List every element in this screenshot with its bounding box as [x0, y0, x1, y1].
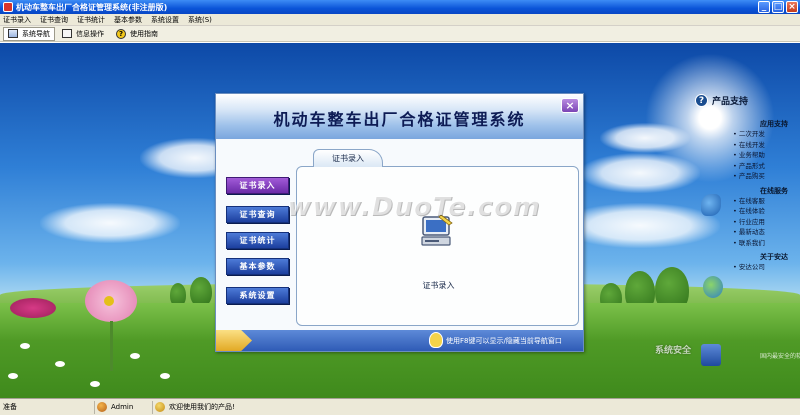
- tab-panel: 证书录入: [296, 166, 579, 326]
- dialog-close-button[interactable]: ×: [561, 98, 579, 113]
- minimize-button[interactable]: _: [758, 1, 770, 13]
- dialog-header: 机动车整车出厂合格证管理系统 ×: [216, 94, 583, 139]
- app-support-icon: [701, 194, 721, 216]
- daisy: [55, 361, 65, 367]
- menu-system-settings[interactable]: 系统设置: [151, 15, 179, 25]
- toolbar-system-nav[interactable]: 系统导航: [3, 26, 55, 41]
- toolbar-info-ops[interactable]: 信息操作: [57, 27, 109, 41]
- support-link[interactable]: 在线客服: [733, 196, 800, 207]
- section-title: 关于安达: [760, 253, 788, 261]
- status-message-cell: 欢迎使用我们的产品!: [153, 401, 800, 414]
- link-list: 二次开发 在线开发 业务帮助 产品形式 产品购买: [733, 129, 800, 182]
- site-watermark: www.DuoTe.com: [287, 192, 541, 222]
- nav-icon: [8, 29, 18, 38]
- info-icon: [62, 29, 72, 38]
- dialog-title: 机动车整车出厂合格证管理系统: [273, 110, 526, 129]
- section-title: 应用支持: [760, 120, 788, 128]
- window-title: 机动车整车出厂合格证管理系统(非注册版): [16, 2, 168, 12]
- support-link[interactable]: 联系我们: [733, 238, 800, 249]
- support-link[interactable]: 最新动态: [733, 227, 800, 238]
- product-support-title: 产品支持: [712, 97, 749, 107]
- corner-watermark: 系统安全: [655, 346, 692, 356]
- nav-button-system-settings[interactable]: 系统设置: [226, 287, 289, 304]
- dialog-footer: 使用F8键可以显示/隐藏当前导航窗口: [216, 330, 583, 351]
- status-ready-cell: 准备: [0, 400, 95, 414]
- nav-button-certificate-entry[interactable]: 证书录入: [226, 177, 289, 194]
- link-list: 在线客服 在线体验 行业应用 最新动态 联系我们: [733, 196, 800, 249]
- daisy: [130, 353, 140, 359]
- support-link[interactable]: 行业应用: [733, 217, 800, 228]
- user-hint-icon: [429, 332, 443, 348]
- menu-certificate-entry[interactable]: 证书录入: [3, 15, 31, 25]
- nav-button-certificate-query[interactable]: 证书查询: [226, 206, 289, 223]
- status-user-cell: Admin: [95, 400, 153, 414]
- menu-bar: 证书录入 证书查询 证书统计 基本参数 系统设置 系统(S): [0, 14, 800, 26]
- app-icon: [3, 2, 13, 12]
- menu-system[interactable]: 系统(S): [188, 15, 212, 25]
- flower: [10, 298, 56, 318]
- daisy: [90, 381, 100, 387]
- status-ready: 准备: [3, 403, 17, 411]
- nav-button-certificate-stats[interactable]: 证书统计: [226, 232, 289, 249]
- support-link[interactable]: 安达公司: [733, 262, 800, 273]
- flower-center: [104, 296, 114, 306]
- help-icon: ?: [695, 94, 708, 107]
- toolbar-user-guide[interactable]: ? 使用指南: [111, 27, 163, 41]
- navigation-dialog: 机动车整车出厂合格证管理系统 × 证书录入 证书查询 证书统计 基本参数 系统设…: [215, 93, 584, 352]
- help-icon: ?: [116, 28, 126, 39]
- nav-button-basic-params[interactable]: 基本参数: [226, 258, 289, 275]
- daisy: [8, 373, 18, 379]
- daisy: [160, 373, 170, 379]
- toolbar-label: 信息操作: [76, 29, 104, 38]
- maximize-button[interactable]: □: [772, 1, 784, 13]
- company-icon: [701, 344, 721, 366]
- window-controls: _ □ ×: [758, 1, 798, 13]
- toolbar-label: 系统导航: [22, 29, 50, 38]
- menu-basic-params[interactable]: 基本参数: [114, 15, 142, 25]
- flower-stem: [110, 321, 113, 371]
- support-link[interactable]: 在线开发: [733, 140, 800, 151]
- title-bar: 机动车整车出厂合格证管理系统(非注册版) _ □ ×: [0, 0, 800, 14]
- menu-certificate-query[interactable]: 证书查询: [40, 15, 68, 25]
- user-icon: [97, 402, 107, 412]
- cloud: [600, 123, 690, 153]
- support-link[interactable]: 产品购买: [733, 171, 800, 182]
- cloud: [580, 153, 700, 193]
- status-bar: 准备 Admin 欢迎使用我们的产品!: [0, 398, 800, 415]
- support-link[interactable]: 二次开发: [733, 129, 800, 140]
- close-button[interactable]: ×: [786, 1, 798, 13]
- panel-label: 证书录入: [422, 281, 455, 290]
- info-icon: [155, 402, 165, 412]
- tab-certificate-entry[interactable]: 证书录入: [313, 149, 383, 167]
- corner-watermark-subtitle: 国内最安全的软件站: [760, 353, 800, 360]
- arrow-icon: [216, 330, 252, 351]
- product-support-header: ? 产品支持: [695, 94, 800, 107]
- product-support-panel: ? 产品支持 应用支持 二次开发 在线开发 业务帮助 产品形式 产品购买 在线服…: [695, 94, 800, 394]
- link-list: 安达公司: [733, 262, 800, 273]
- support-link[interactable]: 产品形式: [733, 161, 800, 172]
- menu-certificate-stats[interactable]: 证书统计: [77, 15, 105, 25]
- tab-area: 证书录入 证书录入: [296, 146, 579, 326]
- toolbar-label: 使用指南: [130, 29, 158, 38]
- globe-icon: [703, 276, 723, 298]
- status-welcome: 欢迎使用我们的产品!: [169, 403, 235, 411]
- cloud: [40, 203, 180, 243]
- daisy: [20, 343, 30, 349]
- footer-hint: 使用F8键可以显示/隐藏当前导航窗口: [446, 337, 562, 345]
- support-link[interactable]: 业务帮助: [733, 150, 800, 161]
- support-link[interactable]: 在线体验: [733, 206, 800, 217]
- status-user: Admin: [111, 403, 134, 411]
- toolbar: 系统导航 信息操作 ? 使用指南: [0, 26, 800, 42]
